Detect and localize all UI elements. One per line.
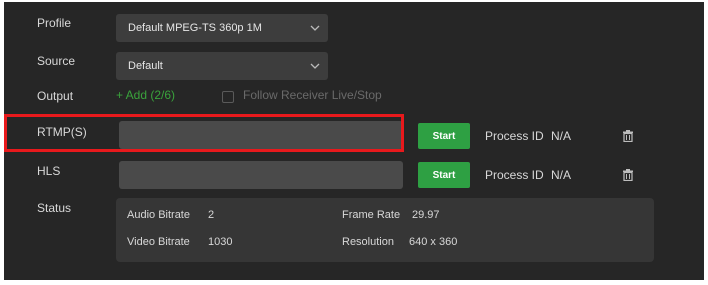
profile-label: Profile [37, 16, 72, 30]
frame-rate-label: Frame Rate [342, 209, 401, 221]
source-select-value: Default [128, 60, 163, 72]
rtmp-highlight-box [4, 114, 404, 152]
follow-receiver-checkbox[interactable] [222, 91, 234, 103]
source-select[interactable]: Default [116, 52, 328, 80]
hls-process-id-label: Process ID [485, 168, 544, 182]
profile-select[interactable]: Default MPEG-TS 360p 1M [116, 14, 328, 42]
status-label: Status [37, 201, 72, 215]
resolution-value: 640 x 360 [409, 236, 458, 248]
source-label: Source [37, 54, 76, 68]
rtmp-process-id-value: N/A [551, 129, 572, 143]
trash-icon[interactable] [622, 130, 634, 142]
rtmp-process-id-label: Process ID [485, 129, 544, 143]
add-output-button[interactable]: + Add (2/6) [116, 88, 175, 102]
output-label: Output [37, 89, 74, 103]
hls-label: HLS [37, 164, 61, 178]
follow-receiver-label: Follow Receiver Live/Stop [243, 88, 382, 102]
rtmp-start-button[interactable]: Start [418, 123, 470, 149]
hls-start-button[interactable]: Start [418, 162, 470, 188]
audio-bitrate-value: 2 [208, 209, 215, 221]
status-box: Audio Bitrate 2 Frame Rate 29.97 Video B… [116, 198, 654, 262]
video-bitrate-value: 1030 [208, 236, 233, 248]
frame-rate-value: 29.97 [412, 209, 440, 221]
hls-url-input[interactable] [119, 161, 403, 189]
chevron-down-icon [310, 63, 320, 69]
chevron-down-icon [310, 25, 320, 31]
resolution-label: Resolution [342, 236, 394, 248]
audio-bitrate-label: Audio Bitrate [127, 209, 190, 221]
video-bitrate-label: Video Bitrate [127, 236, 190, 248]
hls-process-id-value: N/A [551, 168, 572, 182]
profile-select-value: Default MPEG-TS 360p 1M [128, 22, 262, 34]
trash-icon[interactable] [622, 169, 634, 181]
